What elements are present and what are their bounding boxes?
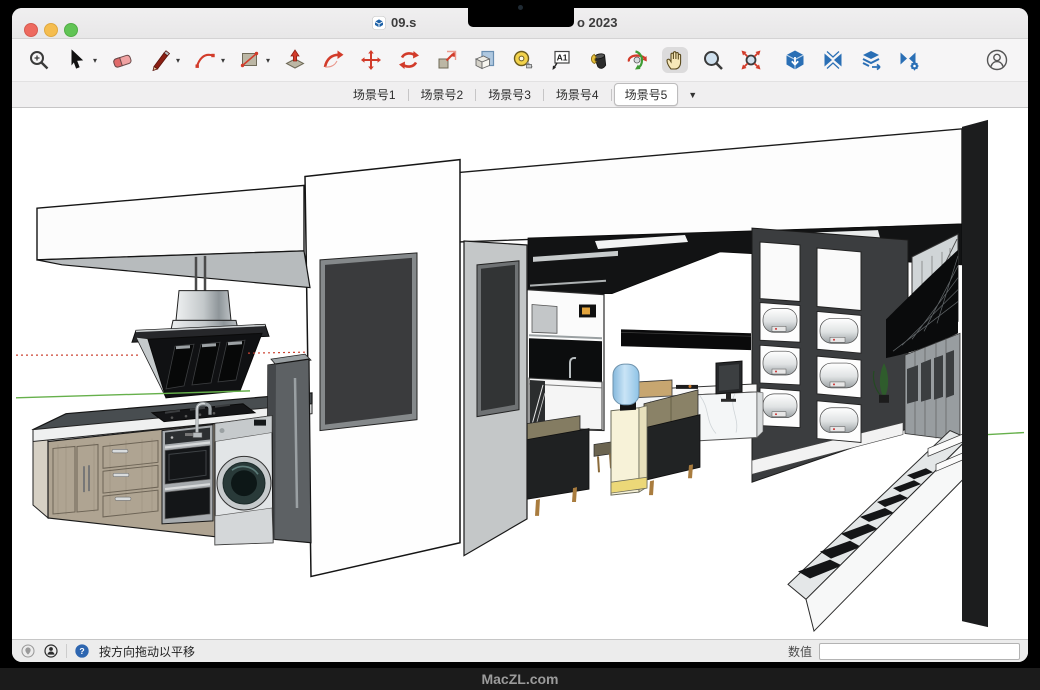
back-kitchen <box>527 290 604 431</box>
main-toolbar: ▾ ▾ ▾ ▾ <box>12 39 1028 82</box>
minimize-button[interactable] <box>44 23 58 37</box>
tab-separator <box>543 89 544 101</box>
window-title-suffix: o 2023 <box>577 15 617 30</box>
title-redaction-overlay <box>468 0 574 27</box>
move-tool-icon[interactable] <box>358 47 384 73</box>
eraser-tool-icon[interactable] <box>109 47 135 73</box>
select-tool-icon[interactable] <box>64 47 90 73</box>
rectangle-dropdown-caret[interactable]: ▾ <box>266 56 270 65</box>
bottom-bar: MacZL.com <box>0 662 1040 690</box>
washing-machine <box>215 416 273 545</box>
paint-bucket-tool-icon[interactable] <box>586 47 612 73</box>
scene-tab-bar: 场景号1 场景号2 场景号3 场景号4 场景号5 ▼ <box>12 82 1028 108</box>
line-dropdown-caret[interactable]: ▾ <box>176 56 180 65</box>
send-to-layout-icon[interactable] <box>858 47 884 73</box>
person-status-icon[interactable] <box>43 643 59 659</box>
follow-me-tool-icon[interactable] <box>320 47 346 73</box>
status-divider <box>66 644 67 658</box>
corner-wall <box>962 120 988 627</box>
blue-vase <box>613 364 639 405</box>
scene-tab-4[interactable]: 场景号4 <box>546 84 609 105</box>
status-bar: ? 按方向拖动以平移 数值 <box>12 639 1028 662</box>
3d-warehouse-icon[interactable] <box>782 47 808 73</box>
tape-measure-tool-icon[interactable] <box>510 47 536 73</box>
fullscreen-button[interactable] <box>64 23 78 37</box>
zoom-tool-icon[interactable] <box>700 47 726 73</box>
scene-tab-2[interactable]: 场景号2 <box>411 84 474 105</box>
backsplash <box>529 338 602 382</box>
select-dropdown-caret[interactable]: ▾ <box>93 56 97 65</box>
tab-separator <box>408 89 409 101</box>
push-pull-tool-icon[interactable] <box>282 47 308 73</box>
measurement-label: 数值 <box>788 643 812 660</box>
arc-dropdown-caret[interactable]: ▾ <box>221 56 225 65</box>
account-icon[interactable] <box>984 47 1010 73</box>
search-tool-icon[interactable] <box>26 47 52 73</box>
built-in-oven <box>162 425 213 524</box>
rotate-tool-icon[interactable] <box>396 47 422 73</box>
display-screen <box>325 258 412 425</box>
section-plane-tool-icon[interactable] <box>472 47 498 73</box>
zoom-extents-tool-icon[interactable] <box>738 47 764 73</box>
measurement-input[interactable] <box>819 643 1020 660</box>
watermark: MacZL.com <box>0 668 1040 690</box>
text-tool-icon[interactable]: A1 <box>548 47 574 73</box>
window-title-prefix: 09.s <box>391 15 416 30</box>
close-button[interactable] <box>24 23 38 37</box>
rectangle-tool-icon[interactable] <box>237 47 263 73</box>
partition-wall <box>464 241 527 556</box>
scene-tab-5-active[interactable]: 场景号5 <box>614 83 679 106</box>
viewport-canvas[interactable] <box>12 108 1028 639</box>
scene-tab-3[interactable]: 场景号3 <box>478 84 541 105</box>
trimble-connect-icon[interactable] <box>820 47 846 73</box>
display-screen <box>481 265 515 411</box>
arc-tool-icon[interactable] <box>192 47 218 73</box>
model-viewport[interactable] <box>12 108 1028 639</box>
app-window: 09.s o 2023 ▾ ▾ ▾ <box>12 8 1028 662</box>
sketchup-logo-icon <box>371 15 387 31</box>
pan-tool-icon[interactable] <box>662 47 688 73</box>
tab-separator <box>475 89 476 101</box>
svg-text:?: ? <box>79 646 84 656</box>
help-icon[interactable]: ? <box>74 643 90 659</box>
orbit-tool-icon[interactable] <box>624 47 650 73</box>
status-hint: 按方向拖动以平移 <box>99 643 195 660</box>
refrigerator <box>267 354 311 543</box>
line-tool-icon[interactable] <box>147 47 173 73</box>
geolocation-icon[interactable] <box>20 643 36 659</box>
scene-tab-1[interactable]: 场景号1 <box>343 84 406 105</box>
extension-warehouse-icon[interactable] <box>896 47 922 73</box>
camera-dot <box>518 5 523 10</box>
scale-tool-icon[interactable] <box>434 47 460 73</box>
svg-text:A1: A1 <box>557 53 568 63</box>
display-pillar <box>305 160 460 577</box>
tab-overflow-caret[interactable]: ▼ <box>688 90 697 100</box>
tab-separator <box>611 89 612 101</box>
